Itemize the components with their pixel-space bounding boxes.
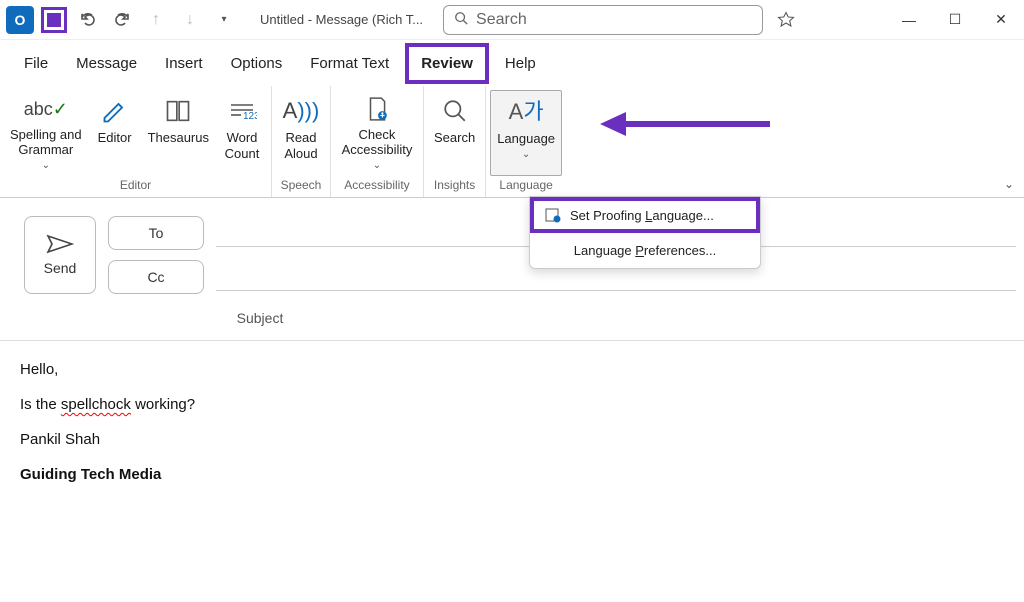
smart-search-icon — [442, 94, 468, 128]
subject-field[interactable] — [308, 304, 1016, 332]
tab-help[interactable]: Help — [493, 47, 548, 80]
message-body[interactable]: Hello, Is the spellchock working? Pankil… — [0, 341, 1024, 501]
body-greeting: Hello, — [20, 361, 1024, 378]
send-icon — [46, 234, 74, 254]
language-icon: A가 — [509, 95, 544, 129]
check-accessibility-button[interactable]: Check Accessibility⌄ — [335, 90, 419, 176]
compose-area: Send To Cc Subject Hello, Is the spellch… — [0, 198, 1024, 501]
menu-language-preferences[interactable]: Language Preferences... — [530, 233, 760, 268]
menu-set-proofing-language-label: Set Proofing Language... — [570, 208, 714, 223]
cc-button[interactable]: Cc — [108, 260, 204, 294]
editor-button[interactable]: Editor — [90, 90, 140, 176]
qat-customize-button[interactable]: ▾ — [208, 4, 240, 36]
group-label-insights: Insights — [434, 176, 475, 194]
ribbon-group-insights: Search Insights — [424, 86, 486, 197]
spelling-grammar-button[interactable]: abc✓ Spelling and Grammar⌄ — [4, 90, 88, 176]
ribbon-tabs: File Message Insert Options Format Text … — [0, 40, 1024, 86]
window-title: Untitled - Message (Rich T... — [260, 12, 423, 27]
menu-set-proofing-language[interactable]: Set Proofing Language... — [530, 197, 760, 233]
close-button[interactable]: ✕ — [978, 0, 1024, 40]
search-placeholder: Search — [476, 11, 527, 29]
maximize-button[interactable]: ☐ — [932, 0, 978, 40]
thesaurus-button[interactable]: Thesaurus — [142, 90, 215, 176]
subject-label: Subject — [224, 310, 296, 326]
quick-access-toolbar: O ↑ ↓ ▾ — [0, 4, 240, 36]
annotation-arrow — [600, 104, 770, 144]
tab-insert[interactable]: Insert — [153, 47, 215, 80]
editor-icon — [101, 94, 129, 128]
window-controls: — ☐ ✕ — [886, 0, 1024, 40]
minimize-button[interactable]: — — [886, 0, 932, 40]
compose-headers: Send To Cc Subject — [0, 198, 1024, 341]
spelling-icon: abc✓ — [24, 94, 68, 125]
ribbon-group-editor: abc✓ Spelling and Grammar⌄ Editor Thesau… — [0, 86, 272, 197]
tab-format-text[interactable]: Format Text — [298, 47, 401, 80]
ribbon-group-language: A가 Language⌄ Language — [486, 86, 566, 197]
next-item-button: ↓ — [174, 4, 206, 36]
signature-name: Pankil Shah — [20, 431, 1024, 448]
read-aloud-icon: A))) — [283, 94, 320, 128]
word-count-icon: 123 — [227, 94, 257, 128]
collapse-ribbon-button[interactable]: ⌄ — [1004, 177, 1014, 191]
previous-item-button: ↑ — [140, 4, 172, 36]
undo-button[interactable] — [72, 4, 104, 36]
thesaurus-icon — [164, 94, 192, 128]
send-label: Send — [44, 260, 77, 276]
redo-icon — [112, 10, 132, 30]
language-dropdown: Set Proofing Language... Language Prefer… — [529, 196, 761, 269]
tab-review[interactable]: Review — [405, 43, 489, 84]
send-button[interactable]: Send — [24, 216, 96, 294]
ribbon-group-accessibility: Check Accessibility⌄ Accessibility — [331, 86, 424, 197]
proofing-language-icon — [544, 207, 562, 223]
tab-options[interactable]: Options — [219, 47, 295, 80]
tab-message[interactable]: Message — [64, 47, 149, 80]
premium-icon[interactable] — [763, 11, 809, 29]
word-count-button[interactable]: 123 Word Count — [217, 90, 267, 176]
search-icon — [454, 11, 468, 28]
redo-button[interactable] — [106, 4, 138, 36]
save-button[interactable] — [38, 4, 70, 36]
to-button[interactable]: To — [108, 216, 204, 250]
smart-search-button[interactable]: Search — [428, 90, 481, 176]
group-label-editor: Editor — [120, 176, 151, 194]
signature-company: Guiding Tech Media — [20, 466, 1024, 483]
svg-text:123: 123 — [243, 111, 257, 122]
group-label-language: Language — [499, 176, 552, 194]
body-line: Is the spellchock working? — [20, 396, 1024, 413]
undo-icon — [78, 10, 98, 30]
ribbon: abc✓ Spelling and Grammar⌄ Editor Thesau… — [0, 86, 1024, 198]
app-icon: O — [4, 4, 36, 36]
read-aloud-button[interactable]: A))) Read Aloud — [276, 90, 326, 176]
ribbon-group-speech: A))) Read Aloud Speech — [272, 86, 331, 197]
accessibility-icon — [364, 94, 390, 125]
misspelled-word: spellchock — [61, 396, 131, 413]
search-box[interactable]: Search — [443, 5, 763, 35]
tab-file[interactable]: File — [12, 47, 60, 80]
language-button[interactable]: A가 Language⌄ — [490, 90, 562, 176]
group-label-speech: Speech — [281, 176, 322, 194]
menu-language-preferences-label: Language Preferences... — [574, 243, 716, 258]
title-bar: O ↑ ↓ ▾ Untitled - Message (Rich T... Se… — [0, 0, 1024, 40]
group-label-accessibility: Accessibility — [344, 176, 409, 194]
